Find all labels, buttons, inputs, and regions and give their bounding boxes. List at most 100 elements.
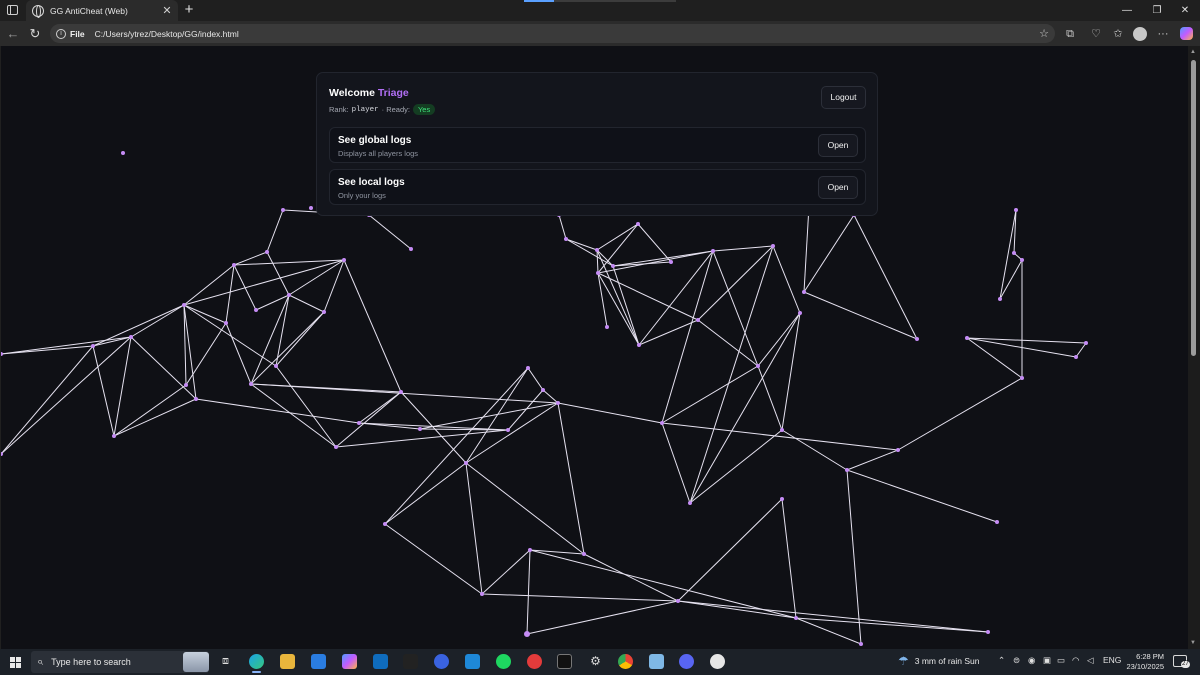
network-node: [383, 522, 387, 526]
tray-display-icon[interactable]: ▣: [1043, 655, 1051, 666]
close-tab-icon[interactable]: ✕: [160, 4, 174, 17]
address-bar[interactable]: i File C:/Users/ytrez/Desktop/GG/index.h…: [50, 24, 1055, 43]
scroll-up-icon[interactable]: ▲: [1190, 49, 1196, 55]
minimize-button[interactable]: —: [1112, 0, 1142, 21]
app-red-icon[interactable]: [527, 654, 542, 669]
app-icon[interactable]: [403, 654, 418, 669]
windows-taskbar: ⌕ Type here to search ⧈ ⚙ ☂ 3 mm of rain…: [0, 649, 1200, 675]
address-url[interactable]: C:/Users/ytrez/Desktop/GG/index.html: [95, 29, 1039, 39]
language-indicator[interactable]: ENG: [1103, 655, 1121, 665]
network-link: [130, 336, 197, 400]
network-link: [1, 336, 132, 355]
browser-titlebar: GG AntiCheat (Web) ✕ + — ❐ ✕: [0, 0, 1200, 21]
restore-button[interactable]: ❐: [1142, 0, 1172, 21]
settings-icon[interactable]: ⚙: [588, 654, 603, 669]
network-link: [113, 398, 197, 437]
open-local-logs-button[interactable]: Open: [818, 176, 858, 199]
logout-button[interactable]: Logout: [821, 86, 866, 109]
task-view-icon[interactable]: ⧈: [218, 654, 233, 669]
open-global-logs-button[interactable]: Open: [818, 134, 858, 157]
notification-count: 27: [1181, 661, 1190, 668]
network-node: [129, 335, 133, 339]
notification-icon[interactable]: 27: [1173, 655, 1190, 668]
scroll-down-icon[interactable]: ▼: [1190, 640, 1196, 646]
network-node: [688, 501, 692, 505]
network-link: [853, 214, 918, 340]
extensions-icon[interactable]: ⧉: [1062, 26, 1078, 42]
weather-text: 3 mm of rain Sun: [914, 656, 980, 666]
page-scrollbar[interactable]: ▲ ▼: [1188, 46, 1200, 649]
weather-widget[interactable]: ☂ 3 mm of rain Sun: [898, 654, 980, 668]
network-link: [275, 311, 325, 367]
system-clock[interactable]: 6:28 PM 23/10/2025: [1120, 652, 1164, 672]
network-link: [384, 523, 483, 595]
chrome-icon[interactable]: [618, 654, 633, 669]
network-node: [845, 468, 849, 472]
discord-icon[interactable]: [679, 654, 694, 669]
network-link: [558, 214, 567, 240]
network-link: [92, 345, 115, 437]
network-link: [233, 251, 268, 266]
volume-icon[interactable]: ◁: [1087, 655, 1094, 666]
info-icon[interactable]: i: [56, 28, 66, 39]
network-node: [541, 388, 545, 392]
network-link: [803, 214, 855, 293]
browser-essentials-icon[interactable]: ♡: [1088, 26, 1104, 42]
global-logs-card: See global logs Displays all players log…: [329, 127, 866, 163]
network-link: [897, 377, 1023, 451]
more-menu-icon[interactable]: ···: [1155, 26, 1171, 42]
network-node: [986, 630, 990, 634]
network-link: [1075, 342, 1087, 358]
page-viewport: Welcome Triage Rank: player · Ready: Yes…: [1, 46, 1188, 649]
network-node: [780, 428, 784, 432]
network-link: [689, 312, 801, 504]
terminal-icon[interactable]: [557, 654, 572, 669]
windows-start-icon[interactable]: [10, 657, 21, 668]
store-icon[interactable]: [311, 654, 326, 669]
network-link: [384, 462, 467, 525]
battery-icon[interactable]: ▭: [1057, 655, 1065, 666]
edge-icon[interactable]: [249, 654, 264, 673]
browser-tab[interactable]: GG AntiCheat (Web) ✕: [26, 0, 178, 21]
folder-icon[interactable]: [649, 654, 664, 669]
network-link: [465, 462, 483, 595]
network-link: [225, 264, 235, 324]
taskbar-search[interactable]: ⌕ Type here to search: [31, 651, 209, 673]
wifi-icon[interactable]: ◠: [1072, 655, 1079, 666]
tray-overflow-icon[interactable]: ⌃: [998, 655, 1005, 666]
network-node: [596, 271, 600, 275]
favorite-star-icon[interactable]: ☆: [1039, 27, 1049, 40]
network-node: [637, 343, 641, 347]
bluestacks-icon[interactable]: [434, 654, 449, 669]
profile-avatar[interactable]: [1133, 27, 1147, 41]
network-link: [1, 345, 94, 355]
file-explorer-icon[interactable]: [280, 654, 295, 669]
card-subtitle: Displays all players logs: [338, 149, 419, 158]
paint-icon[interactable]: [710, 654, 725, 669]
vscode-icon[interactable]: [465, 654, 480, 669]
network-node: [1012, 251, 1016, 255]
tab-actions-icon[interactable]: [7, 5, 18, 15]
copilot-icon[interactable]: [1180, 27, 1193, 40]
copilot-app-icon[interactable]: [342, 654, 357, 669]
network-node: [896, 448, 900, 452]
outlook-icon[interactable]: [373, 654, 388, 669]
network-link: [781, 498, 797, 619]
search-placeholder: Type here to search: [51, 657, 131, 667]
network-node: [224, 321, 228, 325]
close-window-button[interactable]: ✕: [1170, 0, 1200, 21]
refresh-button[interactable]: ↻: [26, 25, 44, 43]
tray-edge-icon[interactable]: ◉: [1028, 655, 1035, 666]
favorites-icon[interactable]: ✩: [1110, 26, 1126, 42]
network-link: [966, 337, 1023, 379]
dashboard-panel: Welcome Triage Rank: player · Ready: Yes…: [316, 72, 878, 216]
tray-app-icon[interactable]: ⊜: [1013, 655, 1020, 666]
network-link: [1, 345, 94, 455]
scrollbar-thumb[interactable]: [1191, 60, 1196, 356]
back-button[interactable]: ←: [4, 25, 22, 43]
new-tab-button[interactable]: +: [181, 1, 197, 19]
spotify-icon[interactable]: [496, 654, 511, 669]
network-node: [794, 616, 798, 620]
network-node: [1, 352, 3, 356]
card-title: See global logs: [338, 135, 412, 146]
